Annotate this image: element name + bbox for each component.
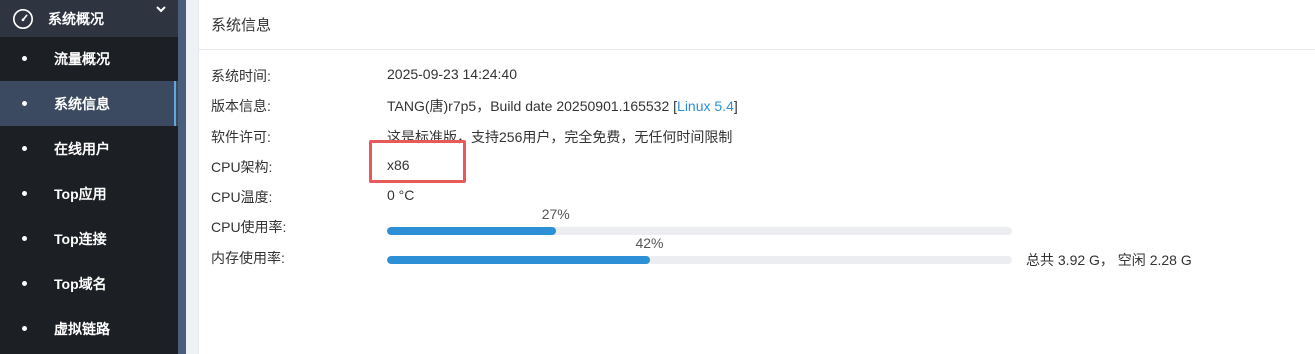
sidebar-item-online-users[interactable]: 在线用户 (0, 126, 178, 171)
sidebar-group-system-overview[interactable]: 系统概况 (0, 0, 178, 37)
info-key: CPU架构: (211, 159, 273, 175)
sidebar-item-label: 流量概况 (54, 50, 110, 67)
info-value: 2025-09-23 14:24:40 (387, 66, 517, 82)
version-suffix: ] (733, 98, 738, 114)
system-info-panel: 系统信息 系统时间: 2025-09-23 14:24:40 版本信息: TAN… (198, 0, 1315, 354)
gauge-icon (13, 8, 33, 29)
panel-title: 系统信息 (199, 0, 1315, 50)
sidebar-item-traffic-overview[interactable]: 流量概况 (0, 36, 178, 81)
mem-percent-label: 42% (635, 235, 664, 251)
info-key: 软件许可: (211, 129, 271, 145)
bullet-icon (22, 236, 27, 241)
sidebar-item-top-domains[interactable]: Top域名 (0, 261, 178, 306)
highlight-annotation (369, 140, 466, 183)
panel-title-text: 系统信息 (211, 17, 272, 34)
sidebar-item-label: 在线用户 (54, 140, 110, 157)
info-key: 版本信息: (211, 98, 271, 114)
sidebar-item-system-info[interactable]: 系统信息 (0, 81, 178, 126)
active-indicator (174, 81, 176, 126)
sidebar-item-label: Top应用 (54, 185, 107, 202)
sidebar-group-label: 系统概况 (48, 10, 104, 27)
mem-summary: 总共 3.92 G， 空闲 2.28 G (1026, 252, 1192, 268)
bullet-icon (22, 56, 27, 61)
sidebar-item-top-apps[interactable]: Top应用 (0, 171, 178, 216)
sidebar-scrollbar[interactable] (178, 0, 186, 354)
chevron-down-icon[interactable] (154, 2, 168, 16)
progress-fill (387, 227, 556, 235)
sidebar-item-top-connections[interactable]: Top连接 (0, 216, 178, 261)
progress-track (387, 256, 1012, 264)
version-text: TANG(唐)r7p5，Build date 20250901.165532 [ (387, 98, 678, 114)
sidebar-item-virtual-links[interactable]: 虚拟链路 (0, 306, 178, 351)
sidebar-item-label: 虚拟链路 (54, 320, 110, 337)
sidebar-item-label: Top域名 (54, 275, 107, 292)
progress-track (387, 227, 1012, 235)
info-key: 系统时间: (211, 68, 271, 84)
bullet-icon (22, 191, 27, 196)
info-key: CPU温度: (211, 189, 273, 205)
sidebar: 系统概况 流量概况 系统信息 在线用户 Top应用 Top连接 Top域名 虚拟… (0, 0, 178, 354)
sidebar-item-label: Top连接 (54, 230, 107, 247)
bullet-icon (22, 326, 27, 331)
info-key: 内存使用率: (211, 250, 285, 266)
info-key: CPU使用率: (211, 219, 287, 235)
progress-fill (387, 256, 650, 264)
bullet-icon (22, 101, 27, 106)
kernel-link[interactable]: Linux 5.4 (677, 98, 734, 114)
sidebar-item-label: 系统信息 (54, 95, 110, 112)
info-value: TANG(唐)r7p5，Build date 20250901.165532 [… (387, 96, 738, 116)
bullet-icon (22, 146, 27, 151)
cpu-percent-label: 27% (541, 206, 570, 222)
info-value: 0 °C (387, 187, 415, 203)
bullet-icon (22, 281, 27, 286)
